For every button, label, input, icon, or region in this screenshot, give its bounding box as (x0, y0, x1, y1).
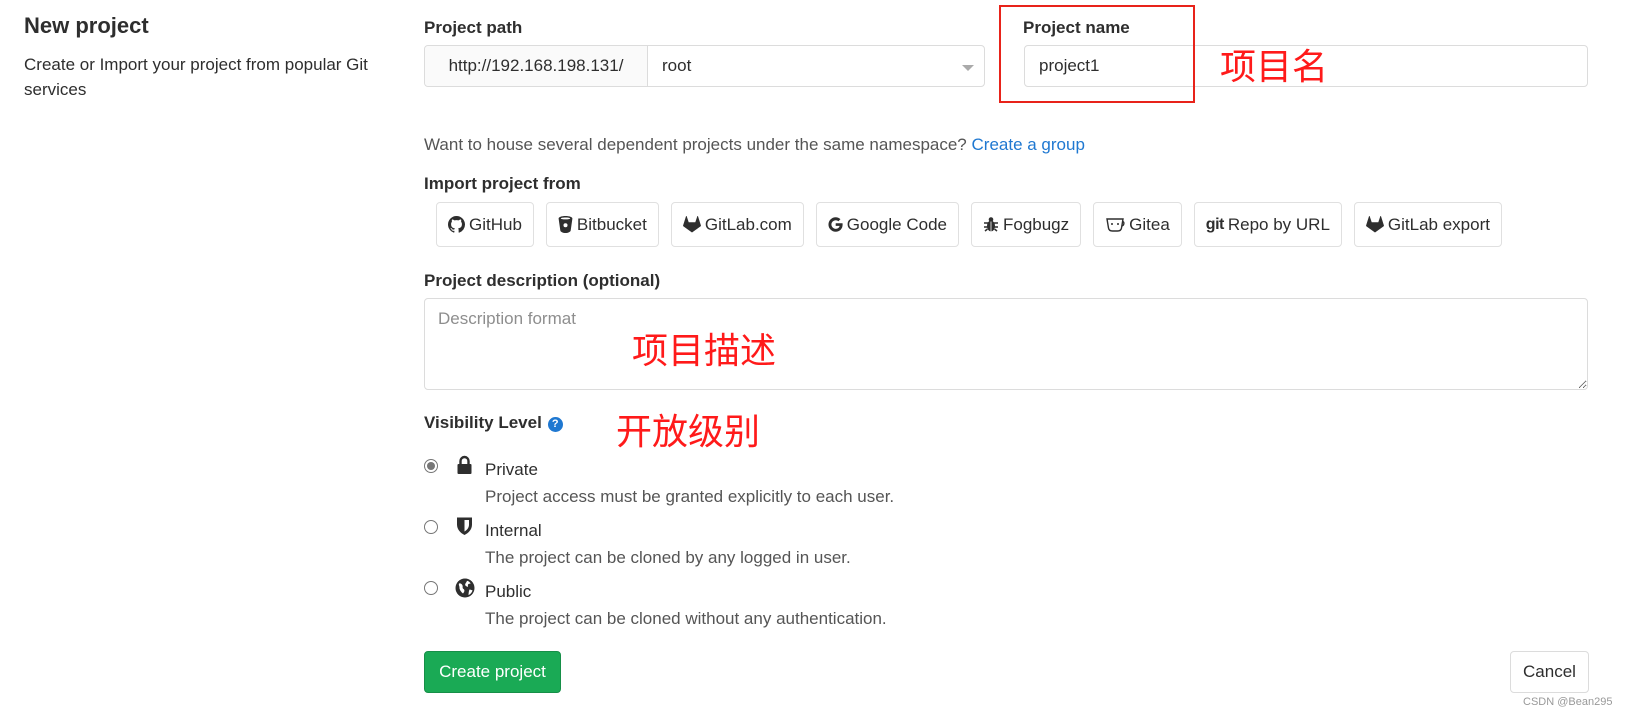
import-fogbugz-label: Fogbugz (1002, 214, 1070, 234)
bug-icon (983, 216, 999, 233)
import-fogbugz-button[interactable]: Fogbugz (970, 202, 1082, 247)
watermark: CSDN @Bean295 (1523, 696, 1613, 708)
gitlab-icon (682, 216, 701, 233)
shield-icon (456, 516, 473, 541)
page-description: Create or Import your project from popul… (24, 55, 368, 99)
import-label: Import project from (424, 174, 581, 193)
group-hint: Want to house several dependent projects… (424, 135, 1085, 155)
import-repo-by-url-button[interactable]: git Repo by URL (1193, 202, 1342, 247)
bitbucket-icon (558, 216, 573, 233)
import-gitlab-export-button[interactable]: GitLab export (1353, 202, 1502, 247)
chevron-down-icon (962, 65, 974, 71)
annotation-highlight-box (999, 5, 1195, 103)
project-description-textarea[interactable] (424, 298, 1588, 390)
visibility-private-radio[interactable] (424, 459, 438, 473)
import-sources: GitHub Bitbucket GitLab.com Google Code … (436, 202, 1502, 247)
annotation-project-description: 项目描述 (632, 331, 777, 372)
github-icon (448, 216, 465, 233)
visibility-public-title: Public (485, 582, 532, 601)
visibility-label: Visibility Level? (424, 413, 563, 433)
visibility-private-desc: Project access must be granted explicitl… (485, 487, 895, 506)
import-gitlab-com-button[interactable]: GitLab.com (670, 202, 804, 247)
import-bitbucket-button[interactable]: Bitbucket (545, 202, 659, 247)
import-gitea-button[interactable]: Gitea (1093, 202, 1182, 247)
project-path-group: http://192.168.198.131/ root (424, 45, 985, 87)
lock-icon (456, 455, 473, 480)
cancel-button[interactable]: Cancel (1510, 651, 1589, 693)
import-github-button[interactable]: GitHub (436, 202, 534, 247)
import-google-code-label: Google Code (846, 214, 947, 234)
import-gitlab-export-label: GitLab export (1387, 214, 1490, 234)
create-group-link[interactable]: Create a group (972, 135, 1085, 154)
description-label: Project description (optional) (424, 271, 661, 290)
import-google-code-button[interactable]: Google Code (815, 202, 959, 247)
page-title: New project (24, 13, 149, 38)
visibility-internal-title: Internal (485, 521, 542, 540)
google-icon (828, 217, 843, 232)
visibility-public-desc: The project can be cloned without any au… (485, 609, 887, 628)
help-icon[interactable]: ? (547, 416, 563, 432)
visibility-public-radio[interactable] (424, 581, 438, 595)
visibility-internal-radio[interactable] (424, 520, 438, 534)
visibility-label-text: Visibility Level (424, 413, 542, 432)
visibility-private-title: Private (485, 460, 538, 479)
import-bitbucket-label: Bitbucket (576, 214, 647, 234)
globe-icon (455, 578, 475, 603)
group-hint-text: Want to house several dependent projects… (424, 135, 967, 154)
project-path-label: Project path (424, 18, 523, 37)
annotation-visibility-level: 开放级别 (616, 412, 761, 453)
gitea-icon (1105, 216, 1125, 233)
annotation-project-name: 项目名 (1220, 47, 1329, 88)
project-path-prefix: http://192.168.198.131/ (425, 46, 648, 86)
import-github-label: GitHub (469, 214, 522, 234)
visibility-internal-desc: The project can be cloned by any logged … (485, 548, 851, 567)
import-gitlab-com-label: GitLab.com (704, 214, 792, 234)
gitlab-icon (1365, 216, 1384, 233)
import-repo-by-url-label: Repo by URL (1227, 214, 1330, 234)
namespace-select[interactable]: root (648, 46, 984, 86)
git-icon: git (1205, 215, 1225, 233)
namespace-value: root (662, 56, 692, 75)
create-project-button[interactable]: Create project (424, 651, 561, 693)
import-gitea-label: Gitea (1129, 214, 1170, 234)
